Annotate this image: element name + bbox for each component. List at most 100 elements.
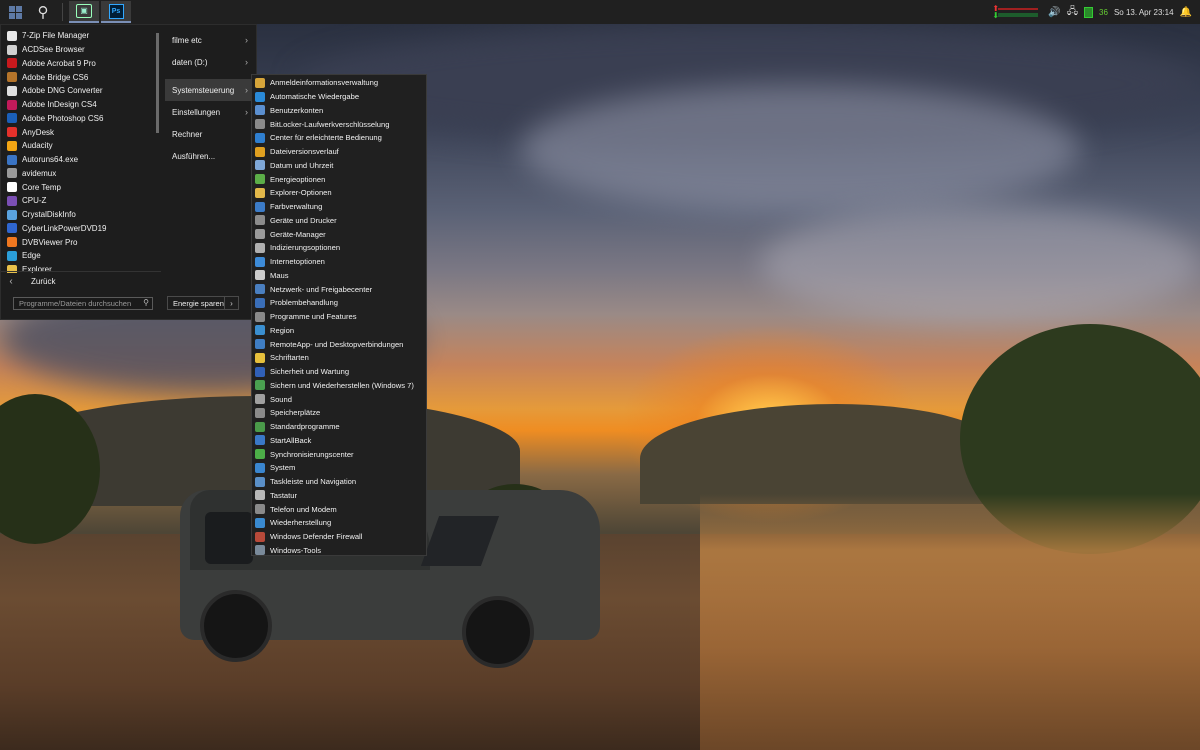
notification-bell-icon[interactable]: 🔔 — [1180, 7, 1192, 18]
control-panel-item-internetoptionen[interactable]: Internetoptionen — [252, 255, 426, 269]
power-options-button[interactable]: › — [224, 296, 239, 310]
control-panel-item-windows-tools[interactable]: Windows-Tools — [252, 544, 426, 558]
program-item-anydesk[interactable]: AnyDesk — [1, 125, 161, 139]
control-panel-item-schriftarten[interactable]: Schriftarten — [252, 351, 426, 365]
battery-icon[interactable] — [1084, 6, 1094, 18]
control-panel-item-region[interactable]: Region — [252, 324, 426, 338]
control-panel-item-anmeldeinformationsverwaltung[interactable]: Anmeldeinformationsverwaltung — [252, 76, 426, 90]
control-panel-item-wiederherstellung[interactable]: Wiederherstellung — [252, 516, 426, 530]
search-button[interactable]: ⚲ — [30, 0, 56, 24]
control-panel-item-ger-te-und-drucker[interactable]: Geräte und Drucker — [252, 214, 426, 228]
control-panel-item-datum-und-uhrzeit[interactable]: Datum und Uhrzeit — [252, 159, 426, 173]
car-wheel — [200, 590, 272, 662]
control-panel-item-ger-te-manager[interactable]: Geräte-Manager — [252, 227, 426, 241]
control-panel-item-label: Synchronisierungscenter — [270, 449, 354, 459]
control-panel-item-remoteapp-und-desktopverbindungen[interactable]: RemoteApp- und Desktopverbindungen — [252, 337, 426, 351]
search-input[interactable]: Programme/Dateien durchsuchen ⚲ — [13, 297, 153, 310]
chevron-right-icon: › — [245, 107, 248, 117]
program-item-audacity[interactable]: Audacity — [1, 139, 161, 153]
volume-icon[interactable]: 🔊 — [1048, 7, 1060, 18]
start-button[interactable] — [0, 0, 30, 24]
program-item-autoruns64-exe[interactable]: Autoruns64.exe — [1, 153, 161, 167]
app-icon — [7, 182, 17, 193]
control-panel-item-energieoptionen[interactable]: Energieoptionen — [252, 172, 426, 186]
control-panel-item-telefon-und-modem[interactable]: Telefon und Modem — [252, 502, 426, 516]
control-panel-item-label: Wiederherstellung — [270, 518, 332, 528]
control-panel-item-synchronisierungscenter[interactable]: Synchronisierungscenter — [252, 447, 426, 461]
control-panel-item-sicherheit-und-wartung[interactable]: Sicherheit und Wartung — [252, 365, 426, 379]
start-place-ausf-hren[interactable]: Ausführen... — [165, 145, 256, 167]
control-panel-item-sound[interactable]: Sound — [252, 392, 426, 406]
control-panel-item-icon — [255, 476, 265, 487]
control-panel-item-explorer-optionen[interactable]: Explorer-Optionen — [252, 186, 426, 200]
start-place-label: Rechner — [172, 129, 203, 139]
search-icon: ⚲ — [37, 4, 49, 21]
program-list[interactable]: 7-Zip File Manager ACDSee Browser Adobe Ac… — [1, 29, 161, 273]
control-panel-item-maus[interactable]: Maus — [252, 269, 426, 283]
app-icon — [7, 72, 17, 83]
back-button[interactable]: ‹ Zurück — [1, 271, 161, 290]
control-panel-item-icon — [255, 105, 265, 116]
program-item-edge[interactable]: Edge — [1, 249, 161, 263]
program-item-adobe-acrobat-9-pro[interactable]: Adobe Acrobat 9 Pro — [1, 57, 161, 71]
control-panel-item-netzwerk-und-freigabecenter[interactable]: Netzwerk- und Freigabecenter — [252, 282, 426, 296]
start-menu: 7-Zip File Manager ACDSee Browser Adobe Ac… — [0, 24, 257, 320]
program-item-core-temp[interactable]: Core Temp — [1, 180, 161, 194]
control-panel-item-sichern-und-wiederherstellen-windows-7[interactable]: Sichern und Wiederherstellen (Windows 7) — [252, 379, 426, 393]
control-panel-item-icon — [255, 77, 265, 88]
control-panel-item-indizierungsoptionen[interactable]: Indizierungsoptionen — [252, 241, 426, 255]
start-place-einstellungen[interactable]: Einstellungen › — [165, 101, 256, 123]
scrollbar[interactable] — [156, 33, 159, 133]
control-panel-item-label: Schriftarten — [270, 353, 309, 363]
control-panel-item-tastatur[interactable]: Tastatur — [252, 489, 426, 503]
network-meter[interactable]: ⬆ ⬇ — [992, 5, 1042, 20]
program-label: AnyDesk — [22, 127, 55, 137]
control-panel-item-icon — [255, 380, 265, 391]
control-panel-item-dateiversionsverlauf[interactable]: Dateiversionsverlauf — [252, 145, 426, 159]
start-place-systemsteuerung[interactable]: Systemsteuerung › — [165, 79, 256, 101]
network-icon[interactable]: 🖧 — [1067, 4, 1078, 21]
taskbar-app-control-panel[interactable]: ▣ — [69, 1, 99, 23]
start-place-rechner[interactable]: Rechner — [165, 123, 256, 145]
control-panel-item-standardprogramme[interactable]: Standardprogramme — [252, 420, 426, 434]
taskbar-app-photoshop[interactable]: Ps — [101, 1, 131, 23]
start-place-daten-d[interactable]: daten (D:) › — [165, 51, 256, 73]
control-panel-item-bitlocker-laufwerkverschl-sselung[interactable]: BitLocker-Laufwerkverschlüsselung — [252, 117, 426, 131]
control-panel-item-farbverwaltung[interactable]: Farbverwaltung — [252, 200, 426, 214]
program-item-avidemux[interactable]: avidemux — [1, 167, 161, 181]
program-item-adobe-indesign-cs4[interactable]: Adobe InDesign CS4 — [1, 98, 161, 112]
program-item-dvbviewer-pro[interactable]: DVBViewer Pro — [1, 235, 161, 249]
control-panel-item-programme-und-features[interactable]: Programme und Features — [252, 310, 426, 324]
control-panel-item-label: Internetoptionen — [270, 257, 325, 267]
control-panel-item-label: StartAllBack — [270, 435, 312, 445]
control-panel-item-problembehandlung[interactable]: Problembehandlung — [252, 296, 426, 310]
control-panel-item-system[interactable]: System — [252, 461, 426, 475]
chevron-right-icon: › — [245, 57, 248, 67]
control-panel-item-icon — [255, 119, 265, 130]
control-panel-item-label: Problembehandlung — [270, 298, 338, 308]
start-place-filme-etc[interactable]: filme etc › — [165, 29, 256, 51]
program-item-cyberlinkpowerdvd19[interactable]: CyberLinkPowerDVD19 — [1, 222, 161, 236]
program-item-crystaldiskinfo[interactable]: CrystalDiskInfo — [1, 208, 161, 222]
control-panel-item-icon — [255, 325, 265, 336]
control-panel-item-startallback[interactable]: StartAllBack — [252, 434, 426, 448]
control-panel-item-speicherpl-tze[interactable]: Speicherplätze — [252, 406, 426, 420]
program-item-adobe-photoshop-cs6[interactable]: Adobe Photoshop CS6 — [1, 112, 161, 126]
temperature-readout[interactable]: 36 — [1099, 8, 1108, 17]
control-panel-item-label: BitLocker-Laufwerkverschlüsselung — [270, 119, 390, 129]
control-panel-item-label: Netzwerk- und Freigabecenter — [270, 284, 373, 294]
control-panel-item-icon — [255, 490, 265, 501]
program-item-cpu-z[interactable]: CPU-Z — [1, 194, 161, 208]
control-panel-item-icon — [255, 517, 265, 528]
control-panel-item-benutzerkonten[interactable]: Benutzerkonten — [252, 104, 426, 118]
control-panel-item-windows-defender-firewall[interactable]: Windows Defender Firewall — [252, 530, 426, 544]
program-label: CrystalDiskInfo — [22, 210, 76, 220]
program-item-adobe-bridge-cs6[interactable]: Adobe Bridge CS6 — [1, 70, 161, 84]
control-panel-item-taskleiste-und-navigation[interactable]: Taskleiste und Navigation — [252, 475, 426, 489]
program-item-acdsee-browser[interactable]: ACDSee Browser — [1, 43, 161, 57]
program-item-7-zip-file-manager[interactable]: 7-Zip File Manager — [1, 29, 161, 43]
clock[interactable]: So 13. Apr 23:14 — [1114, 8, 1174, 17]
control-panel-item-automatische-wiedergabe[interactable]: Automatische Wiedergabe — [252, 90, 426, 104]
program-item-adobe-dng-converter[interactable]: Adobe DNG Converter — [1, 84, 161, 98]
control-panel-item-center-f-r-erleichterte-bedienung[interactable]: Center für erleichterte Bedienung — [252, 131, 426, 145]
